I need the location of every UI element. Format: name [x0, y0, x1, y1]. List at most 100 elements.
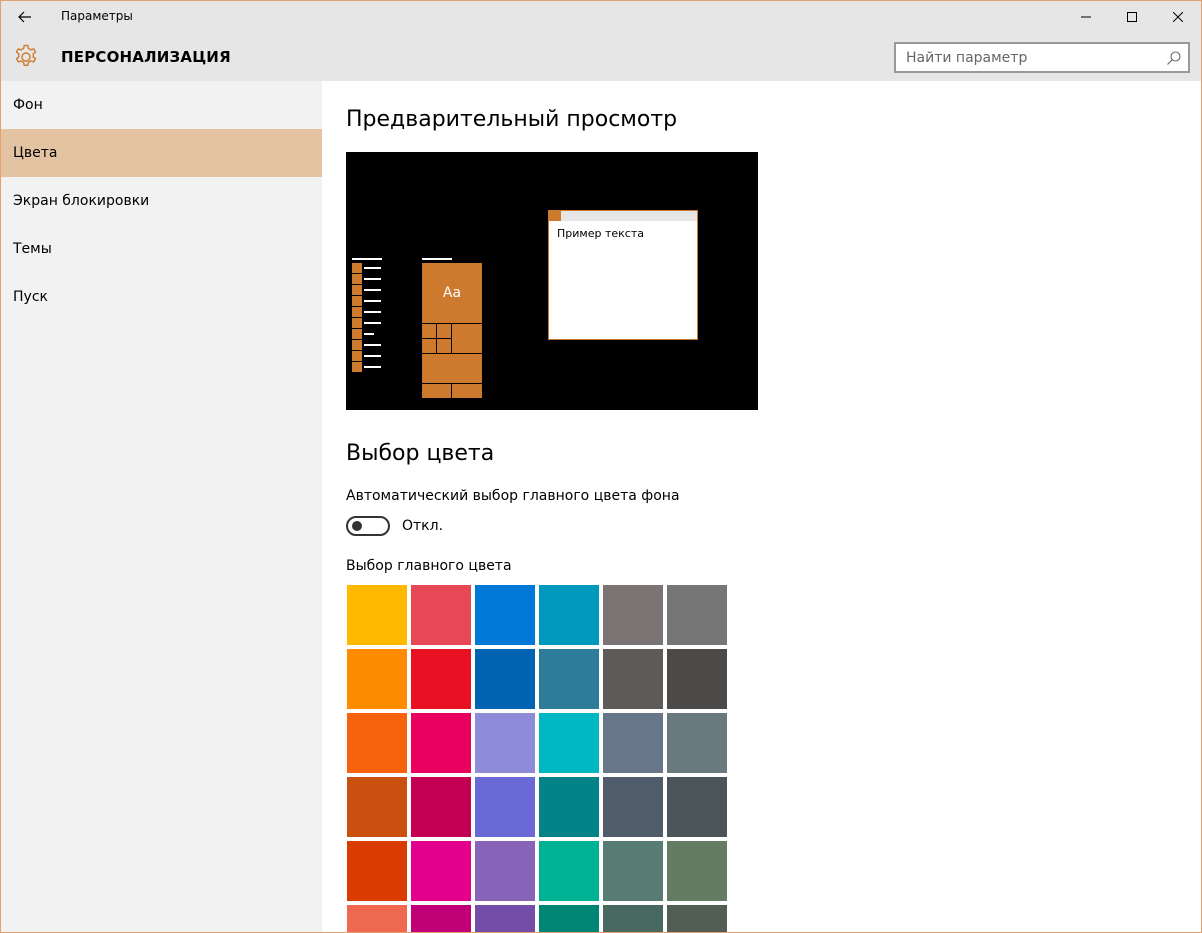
- title-bar: Параметры: [1, 1, 1201, 33]
- maximize-icon: [1127, 12, 1137, 22]
- accent-color-swatch[interactable]: [346, 584, 408, 646]
- preview-list-icon: [352, 296, 362, 306]
- preview-list-icon: [352, 285, 362, 295]
- accent-color-swatch[interactable]: [666, 776, 728, 838]
- main-content: Предварительный просмотр Aa Пример текст…: [322, 81, 1201, 932]
- accent-color-swatch[interactable]: [410, 712, 472, 774]
- accent-color-swatch[interactable]: [538, 904, 600, 932]
- accent-color-swatch[interactable]: [666, 904, 728, 932]
- preview-list-icon: [352, 263, 362, 273]
- settings-window: Параметры ПЕРСОНАЛИЗАЦИЯ Фон: [0, 0, 1202, 933]
- accent-color-swatch[interactable]: [602, 648, 664, 710]
- preview-heading: Предварительный просмотр: [346, 107, 678, 132]
- accent-picker-label: Выбор главного цвета: [346, 558, 512, 574]
- accent-color-swatch[interactable]: [346, 904, 408, 932]
- accent-color-swatch[interactable]: [474, 584, 536, 646]
- arrow-left-icon: [18, 11, 31, 23]
- preview-list-line: [364, 278, 381, 280]
- sidebar-item-lock-screen[interactable]: Экран блокировки: [1, 177, 322, 225]
- sidebar-item-themes[interactable]: Темы: [1, 225, 322, 273]
- accent-color-swatch[interactable]: [410, 840, 472, 902]
- sidebar-item-colors[interactable]: Цвета: [1, 129, 322, 177]
- preview-list-line: [364, 355, 381, 357]
- preview-medium-tile: [452, 324, 482, 353]
- accent-color-swatch[interactable]: [474, 776, 536, 838]
- preview-list-icon: [352, 307, 362, 317]
- sidebar-item-label: Экран блокировки: [13, 193, 150, 209]
- preview-wide-tile: [422, 354, 482, 383]
- toggle-knob: [352, 521, 362, 531]
- sidebar-item-label: Темы: [13, 241, 52, 257]
- accent-color-swatch[interactable]: [410, 584, 472, 646]
- accent-color-swatch[interactable]: [346, 776, 408, 838]
- accent-color-swatch[interactable]: [538, 648, 600, 710]
- preview-small-tile: [422, 324, 436, 338]
- accent-color-swatch[interactable]: [602, 840, 664, 902]
- preview-sample-window: Пример текста: [548, 210, 698, 340]
- preview-list-line: [364, 333, 374, 335]
- gear-icon: [15, 44, 37, 66]
- sidebar-item-label: Фон: [13, 97, 43, 113]
- search-box[interactable]: [894, 42, 1190, 73]
- accent-color-swatch[interactable]: [666, 840, 728, 902]
- accent-color-swatch[interactable]: [538, 776, 600, 838]
- preview-list-line: [364, 311, 381, 313]
- accent-color-swatch[interactable]: [666, 712, 728, 774]
- accent-color-swatch[interactable]: [538, 584, 600, 646]
- accent-color-swatch[interactable]: [346, 840, 408, 902]
- toggle-state-label: Откл.: [402, 518, 444, 534]
- window-title: Параметры: [61, 9, 133, 23]
- accent-color-swatch[interactable]: [346, 648, 408, 710]
- accent-color-swatch[interactable]: [474, 904, 536, 932]
- preview-small-tile: [437, 339, 451, 353]
- sidebar-item-label: Пуск: [13, 289, 48, 305]
- preview-tile-text: Aa: [442, 285, 462, 301]
- auto-accent-label: Автоматический выбор главного цвета фона: [346, 488, 680, 504]
- preview-tile-header: [422, 258, 452, 260]
- preview-list-icon: [352, 362, 362, 372]
- accent-color-swatch[interactable]: [410, 776, 472, 838]
- page-title: ПЕРСОНАЛИЗАЦИЯ: [61, 48, 231, 66]
- accent-color-swatch[interactable]: [410, 904, 472, 932]
- preview-list-line: [364, 289, 381, 291]
- accent-color-swatch[interactable]: [666, 584, 728, 646]
- color-heading: Выбор цвета: [346, 441, 495, 466]
- preview-list-line: [364, 322, 381, 324]
- accent-color-swatch[interactable]: [538, 712, 600, 774]
- preview-window-titlebar: [549, 211, 697, 221]
- sidebar-item-label: Цвета: [13, 145, 58, 161]
- preview-list-line: [364, 267, 381, 269]
- sidebar-item-background[interactable]: Фон: [1, 81, 322, 129]
- accent-color-swatch[interactable]: [474, 712, 536, 774]
- theme-preview: Aa Пример текста: [346, 152, 758, 410]
- minimize-button[interactable]: [1063, 1, 1109, 33]
- auto-accent-toggle[interactable]: [346, 516, 390, 536]
- preview-window-text: Пример текста: [557, 227, 644, 240]
- accent-color-swatch[interactable]: [602, 712, 664, 774]
- search-icon[interactable]: [1166, 50, 1182, 66]
- accent-color-swatch[interactable]: [666, 648, 728, 710]
- preview-small-tile: [452, 384, 482, 398]
- accent-color-swatch[interactable]: [602, 584, 664, 646]
- page-header: ПЕРСОНАЛИЗАЦИЯ: [1, 33, 1201, 81]
- back-button[interactable]: [9, 3, 41, 31]
- close-icon: [1173, 12, 1183, 22]
- accent-color-swatch[interactable]: [602, 776, 664, 838]
- accent-color-swatch[interactable]: [410, 648, 472, 710]
- preview-list-line: [364, 366, 381, 368]
- preview-small-tile: [437, 324, 451, 338]
- preview-list-icon: [352, 340, 362, 350]
- accent-color-swatch[interactable]: [474, 840, 536, 902]
- accent-color-swatch[interactable]: [538, 840, 600, 902]
- close-button[interactable]: [1155, 1, 1201, 33]
- search-input[interactable]: [896, 44, 1156, 71]
- preview-small-tile: [422, 339, 436, 353]
- accent-color-swatch[interactable]: [602, 904, 664, 932]
- maximize-button[interactable]: [1109, 1, 1155, 33]
- accent-color-swatch[interactable]: [346, 712, 408, 774]
- accent-color-swatch[interactable]: [474, 648, 536, 710]
- preview-list-icon: [352, 318, 362, 328]
- preview-small-tile: [422, 384, 451, 398]
- sidebar-item-start[interactable]: Пуск: [1, 273, 322, 321]
- preview-list-icon: [352, 351, 362, 361]
